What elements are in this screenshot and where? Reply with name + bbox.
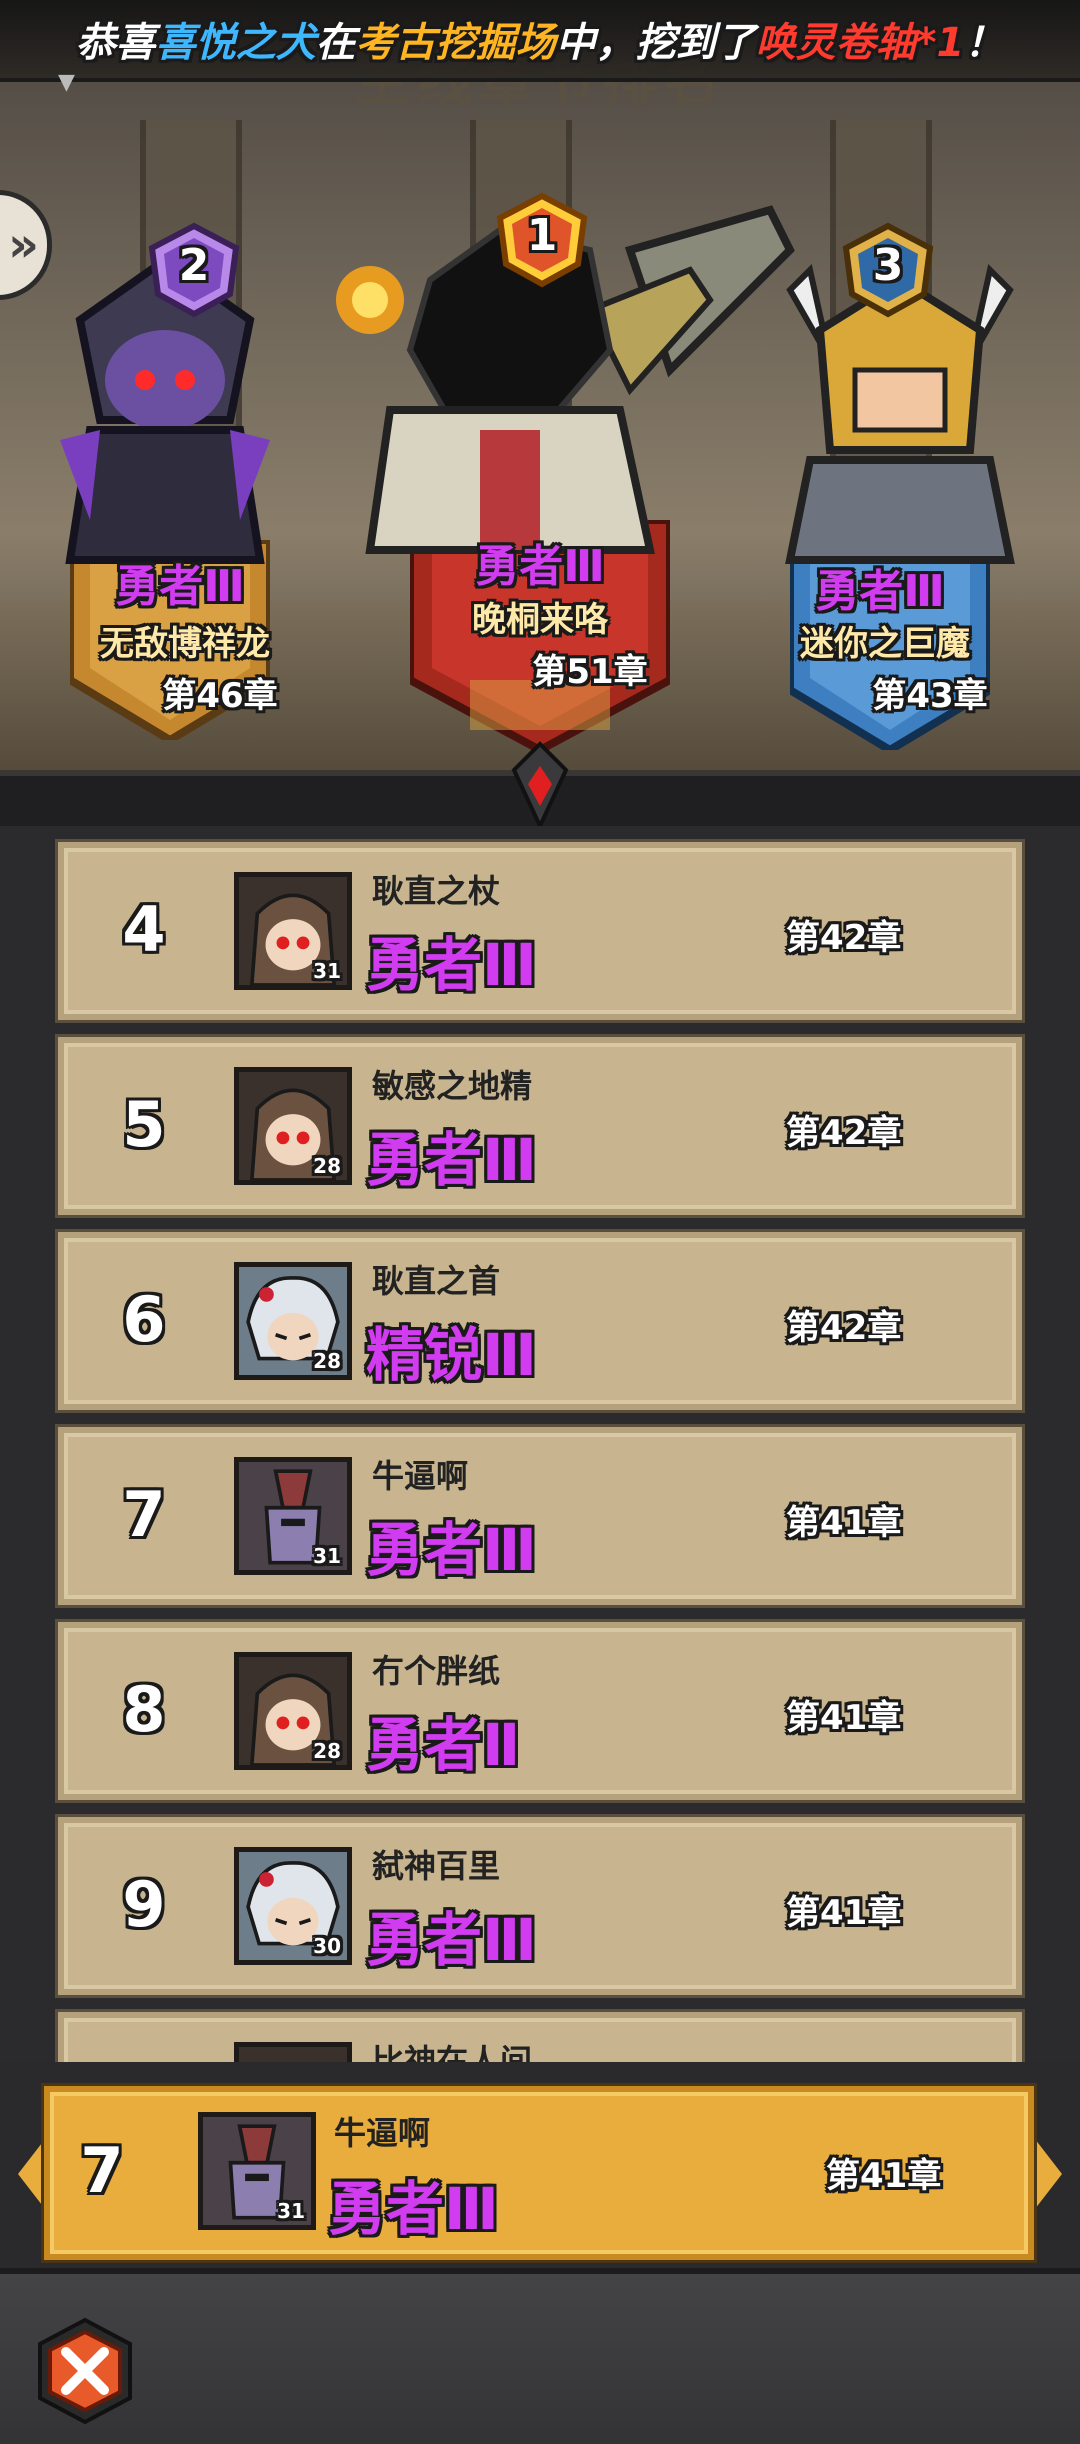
row-rank-number: 6 bbox=[122, 1283, 166, 1356]
avatar-level: 28 bbox=[313, 1349, 341, 1373]
broadcast-text: 中，挖到了 bbox=[555, 20, 756, 66]
avatar: 31 bbox=[234, 1457, 352, 1575]
row-rank-title: 勇者Ⅲ bbox=[366, 1906, 537, 1974]
row-rank-title: 勇者Ⅲ bbox=[366, 1516, 537, 1584]
row-rank-number: 5 bbox=[122, 1088, 166, 1161]
leaderboard-row[interactable]: 5 28 敏感之地精勇者Ⅲ 第42章 bbox=[58, 1037, 1022, 1215]
row-rank-title: 勇者Ⅲ bbox=[366, 931, 537, 999]
broadcast-text: ！ bbox=[964, 20, 1005, 66]
avatar bbox=[234, 2042, 352, 2062]
podium-rank-title: 勇者Ⅲ bbox=[115, 561, 245, 612]
row-player-name: 牛逼啊 bbox=[372, 1457, 469, 1495]
leaderboard-row[interactable]: 6 28 耿直之首精锐Ⅲ 第42章 bbox=[58, 1232, 1022, 1410]
avatar-level: 31 bbox=[277, 2199, 305, 2223]
leaderboard-row[interactable]: 10比神在人间勇者Ⅲ第41章 bbox=[58, 2012, 1022, 2062]
row-rank-number: 8 bbox=[122, 1673, 166, 1746]
podium-player-name: 晚桐来咯 bbox=[472, 600, 608, 640]
row-rank-number: 4 bbox=[122, 893, 166, 966]
row-player-name: 冇个胖纸 bbox=[372, 1652, 501, 1690]
broadcast-place: 考古挖掘场 bbox=[355, 20, 556, 66]
leaderboard-row[interactable]: 4 31 耿直之杖勇者Ⅲ 第42章 bbox=[58, 842, 1022, 1020]
broadcast-item: 唤灵卷轴*1 bbox=[755, 20, 965, 66]
leaderboard-row[interactable]: 8 28 冇个胖纸勇者Ⅱ 第41章 bbox=[58, 1622, 1022, 1800]
my-rank-row[interactable]: 7 31 牛逼啊 勇者Ⅲ 第41章 bbox=[44, 2086, 1034, 2260]
my-player-name: 牛逼啊 bbox=[334, 2114, 431, 2152]
avatar: 28 bbox=[234, 1652, 352, 1770]
avatar: 28 bbox=[234, 1067, 352, 1185]
avatar-level: 31 bbox=[313, 1544, 341, 1568]
row-chapter: 第41章 bbox=[786, 1698, 902, 1738]
rank-1-badge: 1 bbox=[494, 192, 590, 288]
row-rank-title: 精锐Ⅲ bbox=[366, 1321, 537, 1389]
bottom-bar bbox=[0, 2268, 1080, 2444]
leaderboard-row[interactable]: 9 30 弑神百里勇者Ⅲ 第41章 bbox=[58, 1817, 1022, 1995]
row-rank-title: 勇者Ⅱ bbox=[366, 1711, 521, 1779]
broadcast-player: 喜悦之犬 bbox=[155, 20, 316, 66]
row-rank-number: 7 bbox=[122, 1478, 166, 1551]
row-player-name: 敏感之地精 bbox=[372, 1067, 533, 1105]
row-chapter: 第42章 bbox=[786, 1308, 902, 1348]
leaderboard-row[interactable]: 7 31 牛逼啊勇者Ⅲ 第41章 bbox=[58, 1427, 1022, 1605]
red-gem-icon bbox=[510, 740, 570, 831]
row-chapter: 第42章 bbox=[786, 918, 902, 958]
row-chapter: 第42章 bbox=[786, 1113, 902, 1153]
crossed-swords-icon bbox=[38, 2317, 132, 2425]
avatar-level: 30 bbox=[313, 1934, 341, 1958]
podium-chapter: 第43章 bbox=[872, 676, 988, 716]
row-rank-number: 9 bbox=[122, 1868, 166, 1941]
podium-player-name: 迷你之巨魔 bbox=[800, 624, 970, 664]
broadcast-text: 在 bbox=[315, 20, 356, 66]
avatar: 31 bbox=[234, 872, 352, 990]
avatar-level: 28 bbox=[313, 1739, 341, 1763]
row-rank-title: 勇者Ⅲ bbox=[366, 1126, 537, 1194]
row-player-name: 比神在人间 bbox=[372, 2042, 533, 2062]
chevron-down-icon: ▼ bbox=[58, 70, 75, 95]
podium-chapter: 第51章 bbox=[532, 652, 648, 692]
row-player-name: 耿直之杖 bbox=[372, 872, 501, 910]
avatar-level: 28 bbox=[313, 1154, 341, 1178]
broadcast-marquee: 恭喜 喜悦之犬在考古挖掘场 中，挖到了 唤灵卷轴*1！ bbox=[0, 0, 1080, 82]
my-rank-title: 勇者Ⅲ bbox=[328, 2175, 499, 2243]
leaderboard-podium: 主线章节排名 2 勇者Ⅲ 无敌博祥龙 第46章 1 勇者Ⅲ 晚桐来咯 第51章 bbox=[0, 0, 1080, 820]
row-chapter: 第41章 bbox=[786, 1893, 902, 1933]
avatar-level: 31 bbox=[313, 959, 341, 983]
podium-rank-title: 勇者Ⅲ bbox=[475, 541, 605, 592]
row-player-name: 耿直之首 bbox=[372, 1262, 501, 1300]
podium-player-name: 无敌博祥龙 bbox=[100, 624, 270, 664]
my-chapter: 第41章 bbox=[826, 2156, 942, 2196]
podium-chapter: 第46章 bbox=[162, 676, 278, 716]
rank-3-badge: 3 bbox=[840, 222, 936, 318]
avatar: 30 bbox=[234, 1847, 352, 1965]
row-player-name: 弑神百里 bbox=[372, 1847, 501, 1885]
my-rank-number: 7 bbox=[80, 2134, 124, 2207]
close-button[interactable] bbox=[30, 2316, 140, 2426]
broadcast-text: 恭喜 bbox=[75, 20, 156, 66]
row-chapter: 第41章 bbox=[786, 1503, 902, 1543]
podium-rank-title: 勇者Ⅲ bbox=[815, 566, 945, 617]
leaderboard-list[interactable]: 4 31 耿直之杖 勇者Ⅲ 第42章 5 28 敏感之地精 勇者Ⅲ 第42章 6 28 耿直之首 精锐Ⅲ 第… bbox=[0, 826, 1080, 2062]
avatar: 31 bbox=[198, 2112, 316, 2230]
rank-2-badge: 2 bbox=[146, 222, 242, 318]
double-chevron-right-icon: » bbox=[7, 217, 39, 273]
avatar: 28 bbox=[234, 1262, 352, 1380]
